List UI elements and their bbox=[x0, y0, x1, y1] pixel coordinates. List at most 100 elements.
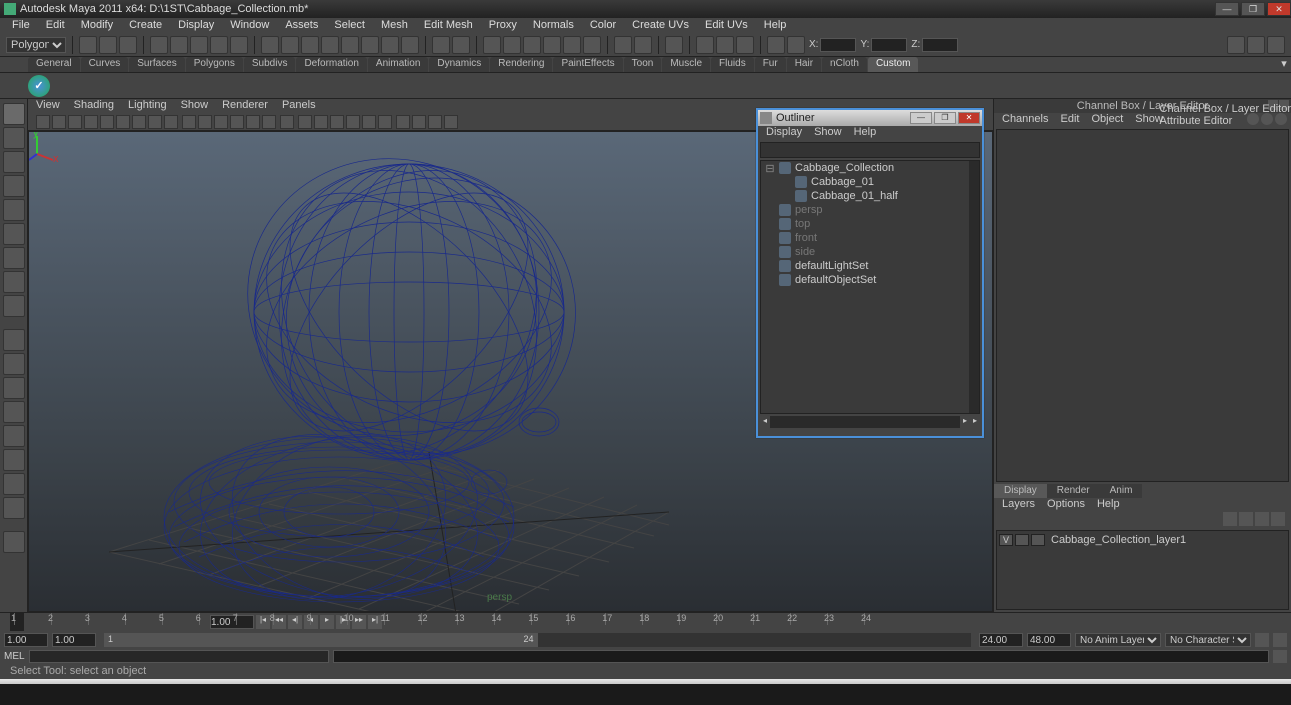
outliner-max-btn[interactable]: ❐ bbox=[934, 112, 956, 124]
z-input[interactable] bbox=[922, 38, 958, 52]
tab-toon[interactable]: Toon bbox=[624, 57, 662, 72]
tool-settings-toggle-icon[interactable] bbox=[1247, 36, 1265, 54]
layout-persp-graph-btn[interactable] bbox=[3, 401, 25, 423]
playback-play-icon[interactable]: ▸ bbox=[320, 615, 334, 629]
vp-lighting[interactable]: Lighting bbox=[128, 99, 167, 113]
open-scene-icon[interactable] bbox=[99, 36, 117, 54]
tab-general[interactable]: General bbox=[28, 57, 80, 72]
graph-editor-icon[interactable] bbox=[696, 36, 714, 54]
menu-edit[interactable]: Edit bbox=[38, 18, 73, 33]
tab-curves[interactable]: Curves bbox=[81, 57, 129, 72]
layout-persp-hyper-btn[interactable] bbox=[3, 449, 25, 471]
soft-mod-tool[interactable] bbox=[3, 271, 25, 293]
menu-create[interactable]: Create bbox=[121, 18, 170, 33]
menu-edit-mesh[interactable]: Edit Mesh bbox=[416, 18, 481, 33]
layout-persp-outliner-btn[interactable] bbox=[3, 377, 25, 399]
vp-grid-icon[interactable] bbox=[396, 115, 410, 129]
vp-gate-mask-icon[interactable] bbox=[116, 115, 130, 129]
vp-textured-icon[interactable] bbox=[214, 115, 228, 129]
vp-highquality-icon[interactable] bbox=[262, 115, 276, 129]
vp-motion-blur-icon[interactable] bbox=[346, 115, 360, 129]
vp-film-gate-icon[interactable] bbox=[84, 115, 98, 129]
channel-box-toggle-icon[interactable] bbox=[1267, 36, 1285, 54]
snap-plane-icon[interactable] bbox=[321, 36, 339, 54]
range-end-input[interactable] bbox=[979, 633, 1023, 647]
vp-show[interactable]: Show bbox=[181, 99, 209, 113]
layer-row[interactable]: V Cabbage_Collection_layer1 bbox=[999, 533, 1286, 547]
layer-new-empty-icon[interactable] bbox=[1255, 512, 1269, 526]
menu-proxy[interactable]: Proxy bbox=[481, 18, 525, 33]
tab-deformation[interactable]: Deformation bbox=[296, 57, 366, 72]
vp-resolution-gate-icon[interactable] bbox=[100, 115, 114, 129]
vp-bookmark-icon[interactable] bbox=[52, 115, 66, 129]
snap-live-icon[interactable] bbox=[341, 36, 359, 54]
render-view-icon[interactable] bbox=[543, 36, 561, 54]
cmd-lang-label[interactable]: MEL bbox=[4, 651, 25, 662]
ch-edit[interactable]: Edit bbox=[1060, 113, 1079, 127]
minimize-button[interactable]: — bbox=[1215, 2, 1239, 16]
menu-file[interactable]: File bbox=[4, 18, 38, 33]
scroll-left-icon[interactable]: ◂ bbox=[760, 416, 770, 428]
playback-stepback-icon[interactable]: ◂| bbox=[288, 615, 302, 629]
prefs-icon[interactable] bbox=[1273, 633, 1287, 647]
new-scene-icon[interactable] bbox=[79, 36, 97, 54]
show-manip-tool[interactable] bbox=[3, 295, 25, 317]
move-tool[interactable] bbox=[3, 175, 25, 197]
scroll-right-end-icon[interactable]: ▸ bbox=[960, 416, 970, 428]
menu-assets[interactable]: Assets bbox=[277, 18, 326, 33]
vp-hud-icon[interactable] bbox=[412, 115, 426, 129]
ol-help[interactable]: Help bbox=[854, 126, 877, 140]
tab-custom[interactable]: Custom bbox=[868, 57, 918, 72]
save-scene-icon[interactable] bbox=[119, 36, 137, 54]
redo-icon[interactable] bbox=[170, 36, 188, 54]
vp-render-icon[interactable] bbox=[428, 115, 442, 129]
vp-shading[interactable]: Shading bbox=[74, 99, 114, 113]
snap-curve-icon[interactable] bbox=[281, 36, 299, 54]
x-input[interactable] bbox=[820, 38, 856, 52]
outliner-scrollbar-h[interactable]: ◂ ▸ ▸ bbox=[760, 416, 980, 428]
menu-modify[interactable]: Modify bbox=[73, 18, 121, 33]
vp-renderer[interactable]: Renderer bbox=[222, 99, 268, 113]
tab-animation[interactable]: Animation bbox=[368, 57, 428, 72]
outliner-item[interactable]: Cabbage_01_half bbox=[761, 189, 979, 203]
cancel-batch-icon[interactable] bbox=[583, 36, 601, 54]
outliner-item[interactable]: top bbox=[761, 217, 979, 231]
layout-sets-btn[interactable] bbox=[3, 473, 25, 495]
layout-single-icon[interactable] bbox=[614, 36, 632, 54]
layout-single-btn[interactable] bbox=[3, 329, 25, 351]
attr-editor-toggle-icon[interactable] bbox=[1227, 36, 1245, 54]
script-editor-btn[interactable] bbox=[1273, 650, 1287, 663]
tab-hair[interactable]: Hair bbox=[787, 57, 821, 72]
layout-four-icon[interactable] bbox=[634, 36, 652, 54]
playback-start-icon[interactable]: |◂ bbox=[256, 615, 270, 629]
layer-visible-toggle[interactable]: V bbox=[999, 534, 1013, 546]
menu-normals[interactable]: Normals bbox=[525, 18, 582, 33]
y-input[interactable] bbox=[871, 38, 907, 52]
scroll-right-icon[interactable]: ▸ bbox=[970, 416, 980, 428]
shelf-menu-arrow-icon[interactable]: ▾ bbox=[1277, 57, 1291, 72]
render-globals-icon[interactable] bbox=[523, 36, 541, 54]
select-tool[interactable] bbox=[3, 103, 25, 125]
lm-options[interactable]: Options bbox=[1047, 498, 1085, 512]
hypershade-icon[interactable] bbox=[665, 36, 683, 54]
outliner-window[interactable]: Outliner — ❐ ✕ Display Show Help ⊟Cabbag… bbox=[756, 108, 984, 438]
vp-field-chart-icon[interactable] bbox=[132, 115, 146, 129]
last-tool[interactable] bbox=[3, 531, 25, 553]
history-out-icon[interactable] bbox=[452, 36, 470, 54]
select-comp-icon[interactable] bbox=[230, 36, 248, 54]
vp-light-icon[interactable] bbox=[230, 115, 244, 129]
outliner-item[interactable]: side bbox=[761, 245, 979, 259]
tab-dynamics[interactable]: Dynamics bbox=[429, 57, 489, 72]
outliner-item[interactable]: Cabbage_01 bbox=[761, 175, 979, 189]
vp-safe-action-icon[interactable] bbox=[148, 115, 162, 129]
outliner-scrollbar-v[interactable] bbox=[969, 161, 979, 413]
outliner-close-btn[interactable]: ✕ bbox=[958, 112, 980, 124]
layer-movedown-icon[interactable] bbox=[1239, 512, 1253, 526]
tab-anim[interactable]: Anim bbox=[1100, 484, 1143, 498]
anim-layer-select[interactable]: No Anim Layer bbox=[1075, 633, 1161, 647]
vp-select-camera-icon[interactable] bbox=[36, 115, 50, 129]
tab-ncloth[interactable]: nCloth bbox=[822, 57, 867, 72]
tab-display[interactable]: Display bbox=[994, 484, 1047, 498]
scale-tool[interactable] bbox=[3, 223, 25, 245]
ipr-icon[interactable] bbox=[503, 36, 521, 54]
